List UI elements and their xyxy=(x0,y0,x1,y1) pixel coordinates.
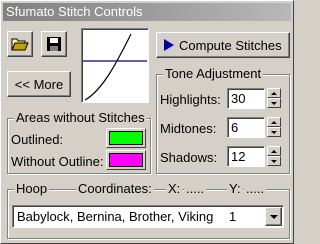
areas-without-stitches-group: Areas without Stitches Outlined: Without… xyxy=(7,110,151,174)
arrow-up-icon xyxy=(271,120,277,124)
shadows-spinner[interactable] xyxy=(267,146,281,166)
folder-open-icon xyxy=(11,38,29,51)
compute-stitches-label: Compute Stitches xyxy=(179,37,282,53)
chevron-down-icon xyxy=(269,214,278,219)
hoop-select[interactable]: Babylock, Bernina, Brother, Viking 1 xyxy=(12,205,284,228)
highlights-spinner[interactable] xyxy=(267,88,281,108)
areas-group-title: Areas without Stitches xyxy=(14,110,147,125)
hoop-group: Hoop Coordinates: X: ..... Y: ..... Baby… xyxy=(7,181,290,239)
arrow-up-icon xyxy=(271,149,277,153)
midtones-input[interactable]: 6 xyxy=(227,117,265,138)
play-icon xyxy=(164,39,174,51)
open-button[interactable] xyxy=(7,31,33,57)
without-outline-label: Without Outline: xyxy=(11,154,104,169)
hoop-group-title: Hoop xyxy=(14,181,50,196)
midtones-up-button[interactable] xyxy=(267,117,281,127)
shadows-input[interactable]: 12 xyxy=(227,146,265,167)
midtones-value: 6 xyxy=(231,120,239,135)
without-outline-color-fill xyxy=(109,153,143,167)
arrow-down-icon xyxy=(271,101,277,105)
hoop-brand-value: Babylock, Bernina, Brother, Viking xyxy=(17,209,214,224)
highlights-up-button[interactable] xyxy=(267,88,281,98)
midtones-label: Midtones: xyxy=(160,121,217,136)
hoop-number-value: 1 xyxy=(229,209,237,224)
y-coordinate-value: ..... xyxy=(244,181,267,196)
highlights-input[interactable]: 30 xyxy=(227,88,265,109)
y-coordinate-label: Y: xyxy=(227,181,243,196)
arrow-down-icon xyxy=(271,130,277,134)
floppy-save-icon xyxy=(47,37,61,51)
outlined-label: Outlined: xyxy=(11,132,64,147)
shadows-value: 12 xyxy=(231,149,246,164)
without-outline-color-swatch[interactable] xyxy=(106,150,146,170)
sfumato-window: Sfumato Stitch Controls Compute Stitches… xyxy=(0,0,294,244)
coordinates-label: Coordinates: xyxy=(76,181,154,196)
save-button[interactable] xyxy=(41,31,67,57)
shadows-label: Shadows: xyxy=(160,150,218,165)
more-button[interactable]: << More xyxy=(7,71,71,97)
midtones-spinner[interactable] xyxy=(267,117,281,137)
compute-stitches-button[interactable]: Compute Stitches xyxy=(156,32,290,58)
hoop-dropdown-button[interactable] xyxy=(265,207,282,226)
window-title: Sfumato Stitch Controls xyxy=(3,3,291,21)
shadows-down-button[interactable] xyxy=(267,156,281,166)
tone-adjustment-group: Tone Adjustment Highlights: 30 Midtones:… xyxy=(156,66,290,174)
outlined-color-swatch[interactable] xyxy=(106,128,146,148)
shadows-up-button[interactable] xyxy=(267,146,281,156)
tone-curve-preview xyxy=(81,28,149,103)
midtones-down-button[interactable] xyxy=(267,127,281,137)
outlined-color-fill xyxy=(109,131,143,145)
arrow-up-icon xyxy=(271,91,277,95)
more-label: << More xyxy=(14,76,64,92)
x-coordinate-label: X: xyxy=(166,181,183,196)
highlights-down-button[interactable] xyxy=(267,98,281,108)
highlights-value: 30 xyxy=(231,91,246,106)
tone-group-title: Tone Adjustment xyxy=(163,66,264,81)
arrow-down-icon xyxy=(271,159,277,163)
x-coordinate-value: ..... xyxy=(184,181,207,196)
highlights-label: Highlights: xyxy=(160,92,221,107)
